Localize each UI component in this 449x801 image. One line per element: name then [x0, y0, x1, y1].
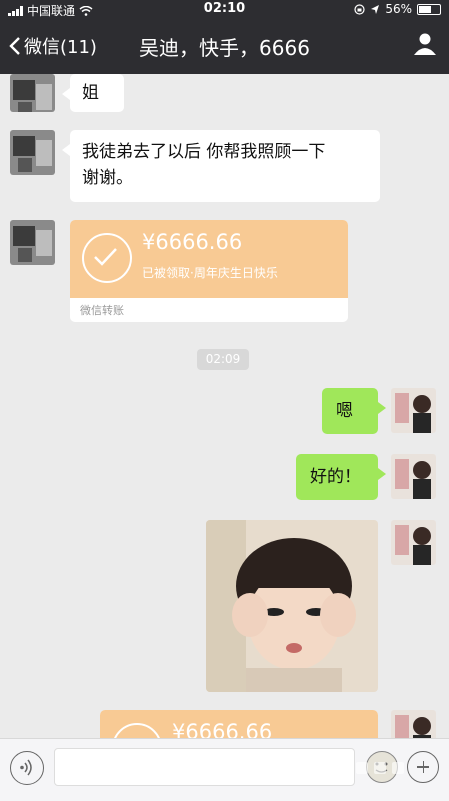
- transfer-footer: 微信转账: [80, 304, 124, 317]
- watermark: [305, 761, 404, 777]
- avatar[interactable]: [391, 388, 436, 433]
- avatar[interactable]: [10, 220, 55, 265]
- avatar-photo: [391, 520, 436, 565]
- timestamp: 02:09: [197, 349, 249, 370]
- battery-percent: 56%: [385, 2, 412, 16]
- avatar[interactable]: [391, 520, 436, 565]
- message-text: 姐: [82, 83, 99, 103]
- avatar-photo: [10, 220, 55, 265]
- check-icon: [112, 723, 162, 738]
- avatar-photo: [391, 388, 436, 433]
- avatar-photo: [10, 130, 55, 175]
- transfer-card[interactable]: ¥6666.66: [100, 710, 378, 738]
- status-bar: 中国联通 02:10 56%: [0, 0, 449, 18]
- message-bubble[interactable]: 嗯: [322, 388, 386, 434]
- transfer-card[interactable]: ¥6666.66 已被领取·周年庆生日快乐 微信转账: [70, 220, 348, 322]
- person-icon: [414, 33, 436, 55]
- voice-icon: [20, 759, 32, 776]
- voice-button[interactable]: [10, 751, 44, 785]
- location-icon: [371, 4, 380, 14]
- battery-icon: [417, 3, 441, 15]
- message-text: 嗯: [336, 401, 353, 421]
- message-text: 好的！: [310, 467, 361, 487]
- avatar-photo: [10, 74, 55, 112]
- message-list[interactable]: 姐 我徒弟去了以后 你帮我照顾一下 谢谢。 ¥6666.66 已被领取·周年庆生…: [0, 74, 449, 738]
- transfer-amount: ¥6666.66: [142, 230, 243, 254]
- avatar[interactable]: [391, 454, 436, 499]
- avatar[interactable]: [391, 710, 436, 738]
- avatar[interactable]: [10, 74, 55, 112]
- message-bubble[interactable]: 姐: [62, 74, 124, 112]
- sticker-image[interactable]: [206, 520, 378, 692]
- transfer-note: 已被领取·周年庆生日快乐: [142, 266, 278, 280]
- message-bubble[interactable]: 我徒弟去了以后 你帮我照顾一下 谢谢。: [62, 130, 380, 202]
- child-sticker-photo: [206, 520, 378, 692]
- message-bubble[interactable]: 好的！: [296, 454, 386, 500]
- check-icon: [82, 233, 132, 283]
- transfer-amount: ¥6666.66: [172, 720, 273, 738]
- avatar[interactable]: [10, 130, 55, 175]
- avatar-photo: [391, 454, 436, 499]
- avatar-photo: [391, 710, 436, 738]
- navigation-bar: 微信(11) 吴迪，快手，6666: [0, 18, 449, 74]
- battery-fill: [419, 5, 432, 13]
- chat-title: 吴迪，快手，6666: [139, 36, 310, 60]
- lock-rotation-icon: [354, 3, 365, 15]
- chat-info-button[interactable]: [413, 32, 437, 60]
- message-text: 我徒弟去了以后 你帮我照顾一下 谢谢。: [82, 142, 326, 188]
